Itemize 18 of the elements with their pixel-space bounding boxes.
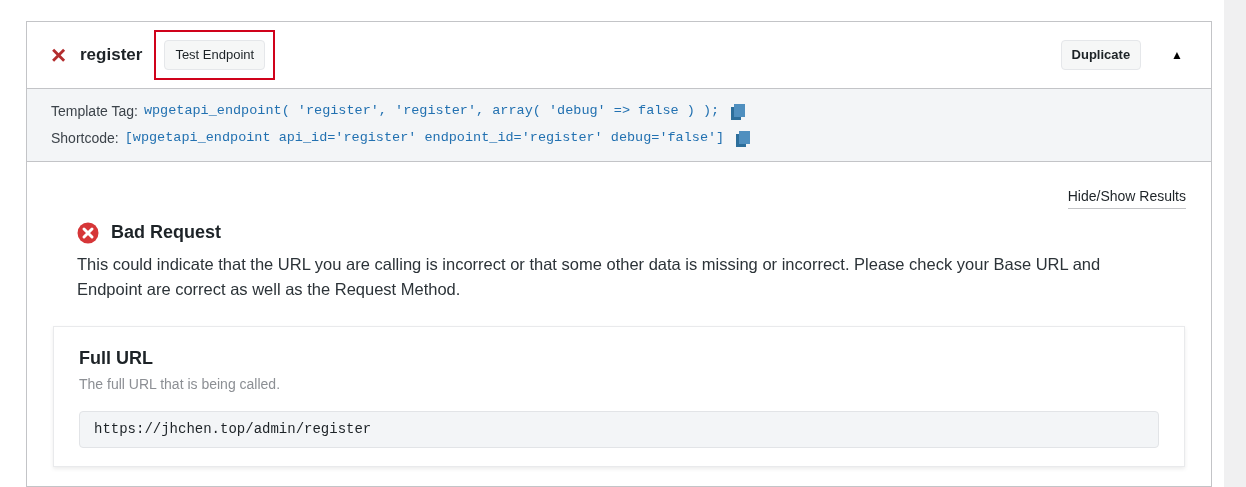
tag-label: Shortcode: — [51, 129, 119, 148]
endpoint-name: register — [80, 44, 143, 67]
full-url-description: The full URL that is being called. — [79, 375, 282, 394]
hide-show-results-link[interactable]: Hide/Show Results — [1067, 186, 1186, 209]
code-snippet: [wpgetapi_endpoint api_id='register' endpoint_id='register' debug='false'] — [124, 129, 725, 148]
test-endpoint-button[interactable]: Test Endpoint — [164, 40, 266, 70]
error-message: This could indicate that the URL you are calling is incorrect or that some other data is missing or incorrect. Please check your Base URL and Endpoint are correct as well as the Request Method. — [77, 254, 1102, 300]
error-icon — [77, 221, 99, 244]
duplicate-button[interactable]: Duplicate — [1060, 40, 1142, 70]
tag-label: Template Tag: — [51, 102, 138, 121]
full-url-field[interactable]: https://jhchen.top/admin/register — [79, 411, 1159, 448]
copy-icon[interactable] — [736, 130, 751, 147]
close-icon[interactable]: × — [51, 42, 71, 68]
full-url-title: Full URL — [79, 347, 154, 370]
error-title: Bad Request — [111, 221, 222, 244]
collapse-icon[interactable]: ▲ — [1171, 46, 1183, 64]
code-snippet: wpgetapi_endpoint( 'register', 'register', array( 'debug' => false ) ); — [143, 102, 720, 121]
copy-icon[interactable] — [731, 103, 746, 120]
